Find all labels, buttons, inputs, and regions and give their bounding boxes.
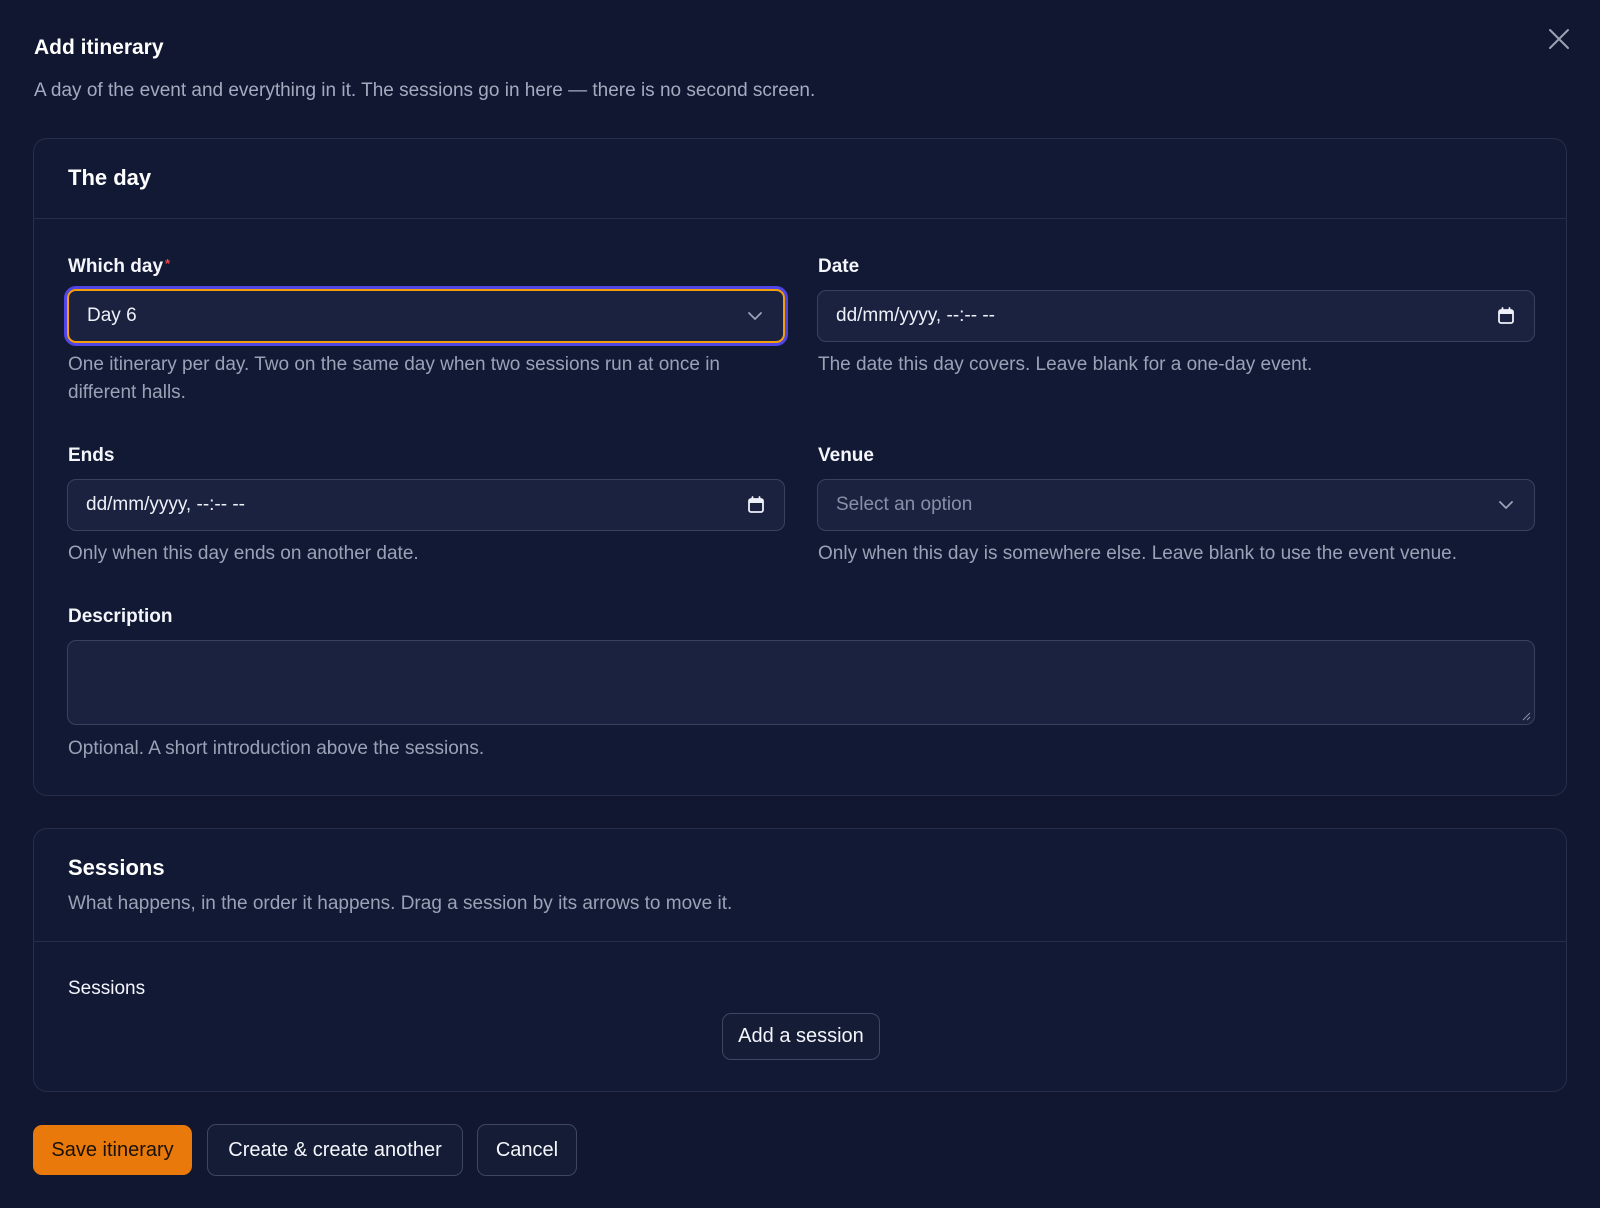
modal-description: A day of the event and everything in it.… (34, 80, 816, 101)
which-day-value: Day 6 (87, 305, 137, 326)
venue-hint: Only when this day is somewhere else. Le… (818, 543, 1457, 564)
sessions-section: Sessions What happens, in the order it h… (33, 828, 1567, 1092)
the-day-section: The day Which day * Day 6 One itinerary p… (33, 138, 1567, 796)
section-title: Sessions (68, 855, 165, 880)
section-divider (34, 941, 1566, 942)
ends-hint: Only when this day ends on another date. (68, 543, 419, 564)
chevron-down-icon (1496, 495, 1516, 515)
close-button[interactable] (1545, 25, 1573, 53)
required-indicator: * (165, 256, 171, 271)
description-hint: Optional. A short introduction above the… (68, 738, 485, 759)
which-day-select[interactable]: Day 6 (67, 289, 785, 343)
description-textarea[interactable] (67, 640, 1535, 725)
calendar-icon[interactable] (746, 495, 766, 515)
venue-label: Venue (818, 445, 874, 466)
venue-placeholder: Select an option (836, 494, 973, 515)
date-value: dd/mm/yyyy, --:-- -- (836, 305, 996, 326)
venue-select[interactable]: Select an option (817, 479, 1535, 531)
ends-value: dd/mm/yyyy, --:-- -- (86, 494, 246, 515)
description-label: Description (68, 606, 173, 627)
which-day-hint: One itinerary per day. Two on the same d… (68, 354, 720, 403)
which-day-label: Which day * (68, 256, 170, 278)
sessions-list-label: Sessions (68, 978, 146, 999)
ends-input[interactable]: dd/mm/yyyy, --:-- -- (67, 479, 785, 531)
add-itinerary-modal: Add itinerary A day of the event and eve… (0, 0, 1600, 1208)
section-title: The day (68, 165, 152, 190)
modal-title: Add itinerary (34, 36, 164, 59)
cancel-button[interactable]: Cancel (477, 1124, 577, 1176)
sessions-description: What happens, in the order it happens. D… (68, 893, 733, 914)
which-day-label-text: Which day (68, 256, 164, 277)
calendar-icon[interactable] (1496, 306, 1516, 326)
create-another-button[interactable]: Create & create another (207, 1124, 463, 1176)
resize-grip-icon[interactable] (1521, 711, 1531, 721)
date-label: Date (818, 256, 860, 277)
close-icon (1549, 29, 1569, 49)
chevron-down-icon (745, 306, 765, 326)
date-hint: The date this day covers. Leave blank fo… (818, 354, 1313, 375)
section-divider (34, 218, 1566, 219)
date-input[interactable]: dd/mm/yyyy, --:-- -- (817, 290, 1535, 342)
add-session-button[interactable]: Add a session (722, 1013, 880, 1060)
save-itinerary-button[interactable]: Save itinerary (33, 1125, 192, 1175)
ends-label: Ends (68, 445, 115, 466)
